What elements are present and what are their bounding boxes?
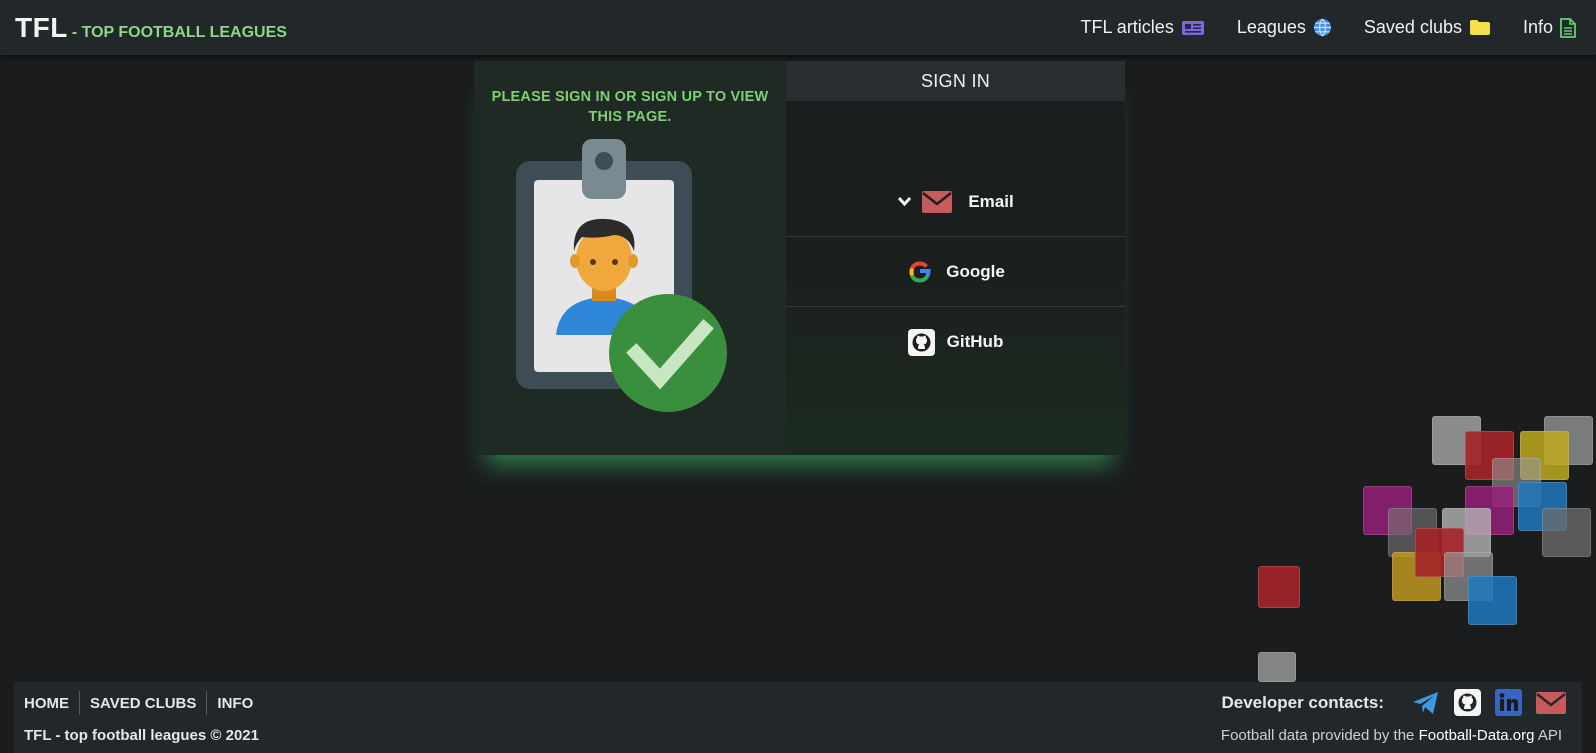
brand-title: TFL: [15, 12, 68, 43]
signin-github-label: GitHub: [946, 332, 1004, 351]
id-badge-illustration: [514, 139, 734, 424]
newspaper-icon: [1181, 20, 1205, 36]
google-icon: [906, 258, 934, 286]
contacts-label: Developer contacts:: [1221, 692, 1385, 712]
brand-logo[interactable]: TFL - TOP FOOTBALL LEAGUES: [15, 12, 287, 44]
signin-google-label: Google: [946, 261, 1005, 281]
footer-link-home[interactable]: HOME: [14, 695, 79, 712]
nav-saved-clubs[interactable]: Saved clubs: [1364, 17, 1491, 38]
developer-contacts: Developer contacts:: [1221, 689, 1566, 716]
footer-link-saved-clubs[interactable]: SAVED CLUBS: [80, 695, 206, 712]
signin-email-label: Email: [968, 191, 1014, 211]
footer: HOME SAVED CLUBS INFO TFL - top football…: [14, 682, 1582, 753]
decorative-square: [1542, 508, 1591, 557]
footer-nav: HOME SAVED CLUBS INFO: [14, 691, 263, 715]
main-nav: TFL articles Leagues Saved clubs Info: [1048, 0, 1576, 55]
telegram-icon[interactable]: [1412, 691, 1440, 715]
envelope-icon[interactable]: [1536, 691, 1566, 714]
brand-subtitle: - TOP FOOTBALL LEAGUES: [71, 24, 287, 41]
football-data-link[interactable]: Football-Data.org: [1419, 727, 1535, 744]
data-credit: Football data provided by the Football-D…: [1221, 727, 1562, 744]
decorative-square: [1258, 652, 1296, 682]
signin-heading: SIGN IN: [786, 61, 1125, 101]
decorative-square: [1468, 576, 1517, 625]
signin-notice-text: PLEASE SIGN IN OR SIGN UP TO VIEW THIS P…: [491, 89, 769, 125]
globe-icon: [1313, 18, 1332, 37]
github-icon: [907, 328, 935, 356]
footer-link-info[interactable]: INFO: [207, 695, 263, 712]
nav-label: Saved clubs: [1363, 17, 1462, 37]
signin-email-button[interactable]: Email: [786, 167, 1125, 237]
linkedin-icon[interactable]: [1495, 689, 1522, 716]
decorative-square: [1258, 566, 1300, 608]
nav-tfl-articles[interactable]: TFL articles: [1080, 17, 1204, 38]
document-icon: [1560, 17, 1576, 38]
nav-label: Info: [1522, 17, 1553, 37]
credit-prefix: Football data provided by the: [1220, 727, 1415, 744]
nav-label: Leagues: [1236, 17, 1306, 37]
credit-suffix: API: [1537, 727, 1562, 744]
footer-copyright: TFL - top football leagues © 2021: [24, 727, 259, 744]
signin-github-button[interactable]: GitHub: [786, 307, 1125, 377]
nav-info[interactable]: Info: [1523, 17, 1576, 38]
envelope-icon: [922, 190, 953, 213]
folder-icon: [1469, 19, 1491, 36]
signin-options-panel: SIGN IN Email Google GitHub: [786, 61, 1125, 455]
nav-leagues[interactable]: Leagues: [1237, 17, 1332, 38]
signin-google-button[interactable]: Google: [786, 237, 1125, 307]
chevron-down-icon: [897, 196, 912, 207]
nav-label: TFL articles: [1080, 17, 1174, 37]
signin-card: PLEASE SIGN IN OR SIGN UP TO VIEW THIS P…: [474, 61, 1125, 455]
github-icon[interactable]: [1454, 689, 1481, 716]
signin-notice-panel: PLEASE SIGN IN OR SIGN UP TO VIEW THIS P…: [474, 61, 786, 455]
top-navbar: TFL - TOP FOOTBALL LEAGUES TFL articles …: [0, 0, 1596, 55]
